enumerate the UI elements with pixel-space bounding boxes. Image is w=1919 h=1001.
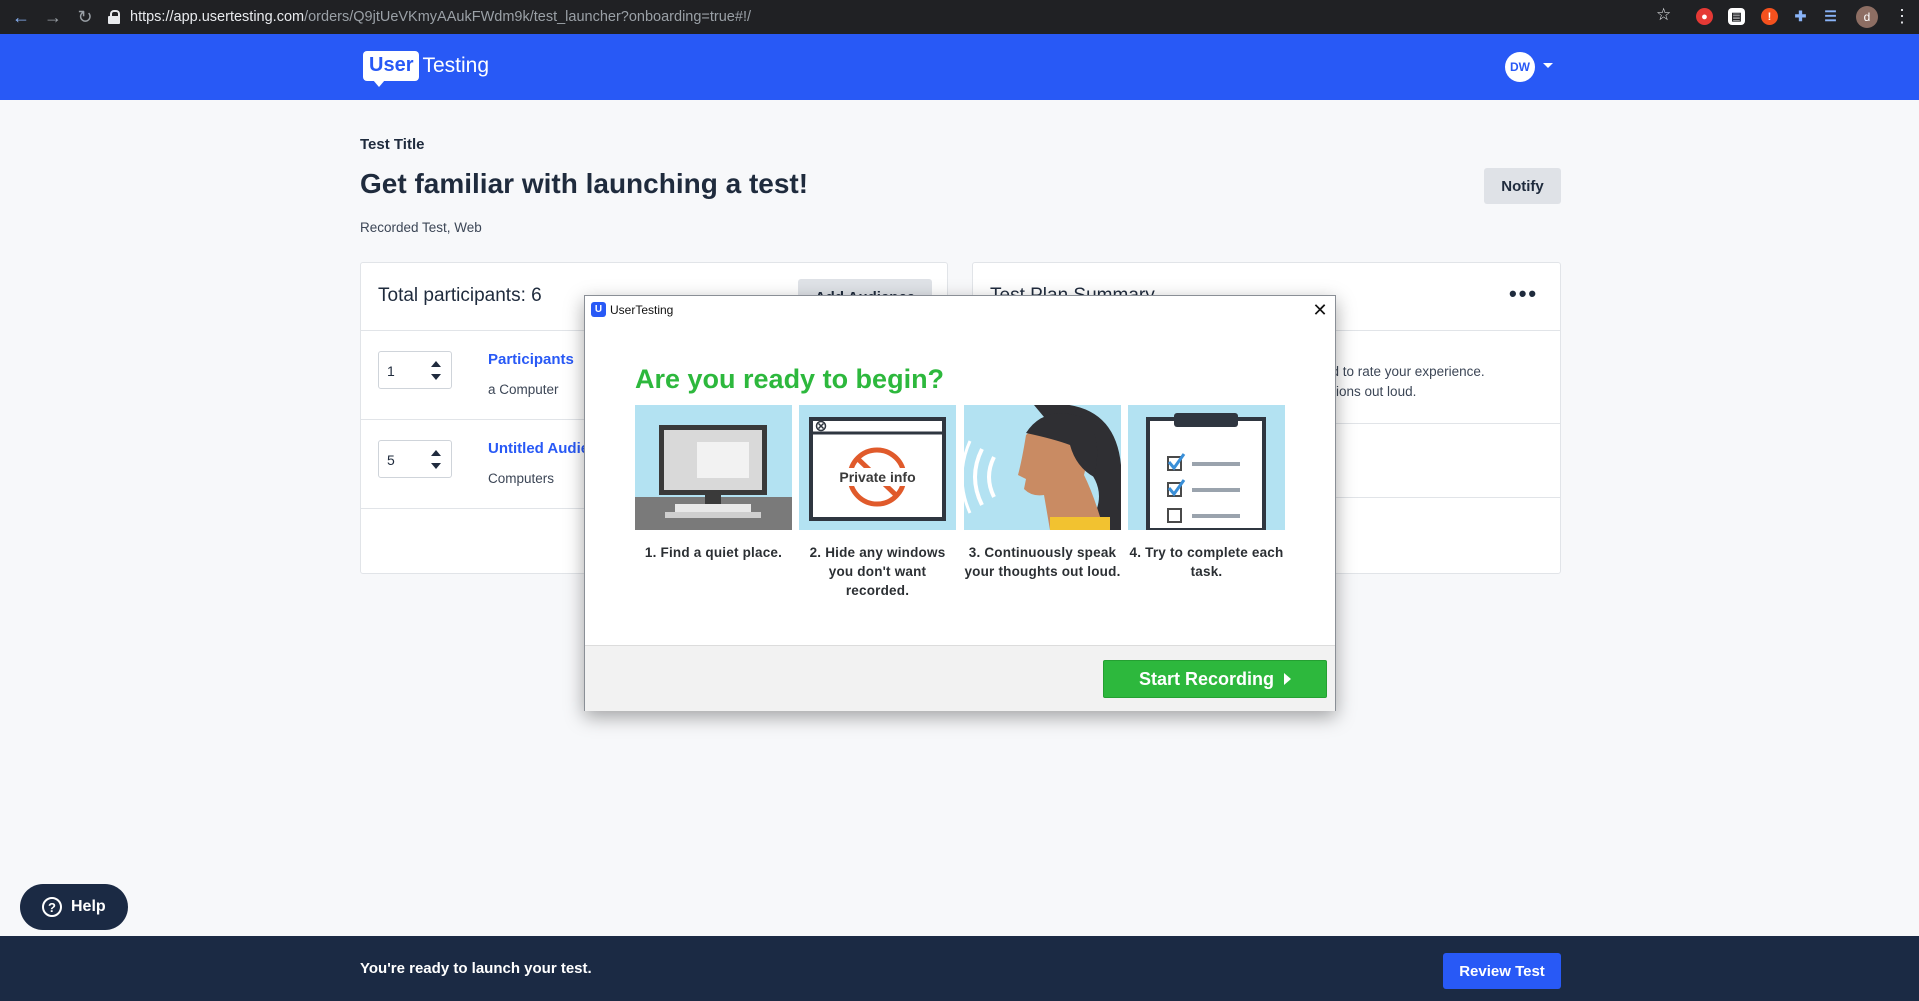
step-caption: 1. Find a quiet place. bbox=[644, 545, 783, 560]
stepper-down-icon[interactable] bbox=[431, 463, 441, 469]
test-type-subtitle: Recorded Test, Web bbox=[360, 220, 482, 235]
page-title: Get familiar with launching a test! bbox=[360, 168, 809, 199]
stepper-up-icon[interactable] bbox=[431, 361, 441, 367]
private-window-icon bbox=[809, 417, 946, 521]
test-title-label: Test Title bbox=[360, 136, 425, 153]
address-bar[interactable]: https://app.usertesting.com/orders/Q9jtU… bbox=[108, 4, 1688, 30]
usertesting-app-icon: U bbox=[591, 302, 606, 317]
audience-name-link[interactable]: Participants bbox=[488, 351, 574, 368]
user-avatar[interactable]: DW bbox=[1505, 52, 1535, 82]
monitor-icon bbox=[635, 425, 792, 530]
hide-windows-illustration: Private info bbox=[799, 405, 956, 530]
speaking-person-icon bbox=[964, 405, 1121, 530]
extension-red-icon[interactable]: ● bbox=[1696, 8, 1713, 25]
complete-tasks-illustration bbox=[1128, 405, 1285, 530]
participant-count-stepper[interactable]: 1 bbox=[378, 351, 452, 389]
close-icon[interactable]: ✕ bbox=[1307, 298, 1333, 322]
start-recording-label: Start Recording bbox=[1138, 668, 1275, 689]
extension-alert-icon[interactable]: ! bbox=[1761, 8, 1778, 25]
review-test-button[interactable]: Review Test bbox=[1443, 953, 1561, 989]
stepper-down-icon[interactable] bbox=[431, 374, 441, 380]
bookmark-star-icon[interactable]: ☆ bbox=[1656, 5, 1671, 25]
clipboard-checklist-icon bbox=[1146, 413, 1266, 530]
step-caption: 3. Continuously speak your thoughts out … bbox=[964, 545, 1121, 579]
play-arrow-icon bbox=[1284, 673, 1292, 685]
participant-count-stepper[interactable]: 5 bbox=[378, 440, 452, 478]
dialog-footer: Start Recording bbox=[585, 645, 1335, 711]
extension-document-icon[interactable]: ▤ bbox=[1728, 8, 1745, 25]
step-caption: 2. Hide any windows you don't want recor… bbox=[809, 545, 946, 598]
question-icon: ? bbox=[42, 897, 62, 917]
total-participants-label: Total participants: 6 bbox=[378, 285, 542, 306]
help-button[interactable]: ? Help bbox=[20, 884, 128, 930]
url-host: https://app.usertesting.com bbox=[130, 9, 305, 25]
reading-list-icon[interactable]: ☰ bbox=[1822, 8, 1839, 25]
extensions-puzzle-icon[interactable]: ✚ bbox=[1792, 8, 1809, 25]
start-recording-button[interactable]: Start Recording bbox=[1103, 660, 1327, 698]
stepper-value: 5 bbox=[387, 452, 395, 468]
audience-device: Computers bbox=[488, 471, 555, 486]
chevron-down-icon[interactable] bbox=[1543, 63, 1553, 68]
step-caption: 4. Try to complete each task. bbox=[1129, 545, 1284, 579]
stepper-value: 1 bbox=[387, 363, 395, 379]
notify-button[interactable]: Notify bbox=[1484, 168, 1561, 204]
logo-box-text: User bbox=[363, 51, 420, 87]
app-header: User Testing DW bbox=[0, 34, 1919, 100]
browser-menu-icon[interactable]: ⋮ bbox=[1893, 6, 1911, 27]
launch-footer: You're ready to launch your test. Review… bbox=[0, 936, 1919, 1001]
usertesting-logo[interactable]: User Testing bbox=[363, 51, 490, 87]
dialog-heading: Are you ready to begin? bbox=[635, 364, 945, 394]
private-info-label: Private info bbox=[839, 469, 916, 485]
dialog-app-name: UserTesting bbox=[610, 303, 674, 317]
help-label: Help bbox=[71, 898, 106, 915]
lock-icon bbox=[108, 10, 120, 24]
more-options-icon[interactable]: ••• bbox=[1509, 281, 1538, 307]
browser-profile-avatar[interactable]: d bbox=[1856, 6, 1878, 28]
back-arrow-icon[interactable]: ← bbox=[8, 4, 34, 30]
stepper-up-icon[interactable] bbox=[431, 450, 441, 456]
quiet-place-illustration bbox=[635, 405, 792, 530]
audience-device: a Computer bbox=[488, 382, 559, 397]
url-path: /orders/Q9jtUeVKmyAAukFWdm9k/test_launch… bbox=[304, 9, 751, 25]
dialog-title-bar: U UserTesting ✕ bbox=[585, 296, 1335, 324]
forward-arrow-icon[interactable]: → bbox=[40, 4, 66, 30]
speak-aloud-illustration bbox=[964, 405, 1121, 530]
logo-wordmark: Testing bbox=[422, 54, 490, 77]
ready-message: You're ready to launch your test. bbox=[360, 960, 592, 977]
browser-toolbar: ← → ↻ https://app.usertesting.com/orders… bbox=[0, 0, 1919, 34]
recorder-dialog: U UserTesting ✕ Are you ready to begin? … bbox=[584, 295, 1336, 711]
reload-icon[interactable]: ↻ bbox=[72, 4, 98, 30]
